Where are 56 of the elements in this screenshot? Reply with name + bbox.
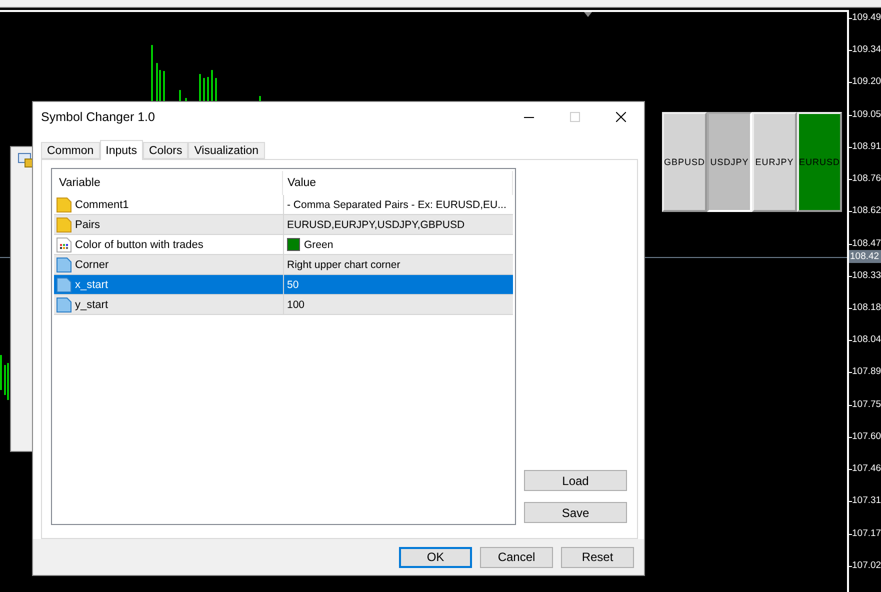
table-row[interactable]: Corner Right upper chart corner — [54, 255, 513, 275]
price-label: 107.31 — [852, 495, 881, 508]
variable-value: 100 — [287, 298, 305, 310]
symbol-button[interactable]: USDJPY — [707, 112, 752, 212]
table-row[interactable]: y_start 100 — [54, 295, 513, 315]
variable-value: - Comma Separated Pairs - Ex: EURUSD,EU... — [287, 198, 506, 210]
tab[interactable]: Colors — [142, 142, 188, 159]
table-row[interactable]: Comment1 - Comma Separated Pairs - Ex: EURUSD,EU... — [54, 195, 513, 215]
price-label: 107.60 — [852, 430, 881, 443]
price-label: 108.04 — [852, 334, 881, 346]
variable-value: EURUSD,EURJPY,USDJPY,GBPUSD — [287, 218, 465, 230]
table-row[interactable]: x_start 50 — [54, 275, 513, 295]
tab[interactable]: Common — [41, 142, 100, 159]
maximize-icon — [570, 112, 580, 122]
close-icon — [616, 112, 626, 122]
symbol-button[interactable]: EURJPY — [752, 112, 797, 212]
table-row[interactable]: Pairs EURUSD,EURJPY,USDJPY,GBPUSD — [54, 215, 513, 235]
variable-value: Right upper chart corner — [287, 258, 400, 270]
price-label: 107.46 — [852, 463, 881, 476]
current-price-label: 108.42 — [849, 250, 881, 263]
variable-name: Comment1 — [75, 198, 129, 210]
price-label: 109.20 — [852, 76, 881, 88]
symbol-button[interactable]: EURUSD — [797, 112, 842, 212]
window-title: Symbol Changer 1.0 — [41, 110, 156, 124]
text-type-icon — [56, 196, 72, 212]
symbol-button[interactable]: GBPUSD — [662, 112, 707, 212]
price-bars-drawing — [0, 355, 10, 400]
dialog-button[interactable]: OK — [399, 546, 472, 568]
dialog-button[interactable]: Cancel — [480, 546, 553, 568]
price-label: 108.47 — [852, 238, 881, 250]
dialog-button[interactable]: Reset — [561, 546, 634, 568]
price-label: 107.89 — [852, 366, 881, 378]
tab[interactable]: Visualization — [188, 142, 265, 159]
load-button[interactable]: Load — [524, 470, 627, 491]
price-label: 107.75 — [852, 398, 881, 411]
price-label: 107.02 — [852, 560, 881, 572]
color-type-icon — [56, 236, 72, 252]
save-button[interactable]: Save — [524, 502, 627, 523]
price-label: 107.17 — [852, 528, 881, 540]
price-label: 108.91 — [852, 140, 881, 153]
variable-name: Color of button with trades — [75, 238, 204, 250]
variable-name: x_start — [75, 278, 108, 290]
price-label: 108.33 — [852, 270, 881, 282]
price-label: 109.05 — [852, 108, 881, 121]
variable-value: Green — [304, 238, 334, 250]
price-label: 109.34 — [852, 44, 881, 56]
variable-name: Corner — [75, 258, 109, 270]
table-row[interactable]: Color of button with trades Green — [54, 235, 513, 255]
price-label: 108.76 — [852, 173, 881, 186]
price-label: 108.18 — [852, 302, 881, 314]
price-label: 108.62 — [852, 205, 881, 218]
variable-name: y_start — [75, 298, 108, 310]
variable-name: Pairs — [75, 218, 100, 230]
variable-value: 50 — [287, 278, 299, 290]
tab[interactable]: Inputs — [100, 140, 143, 160]
price-label: 109.49 — [852, 12, 881, 24]
